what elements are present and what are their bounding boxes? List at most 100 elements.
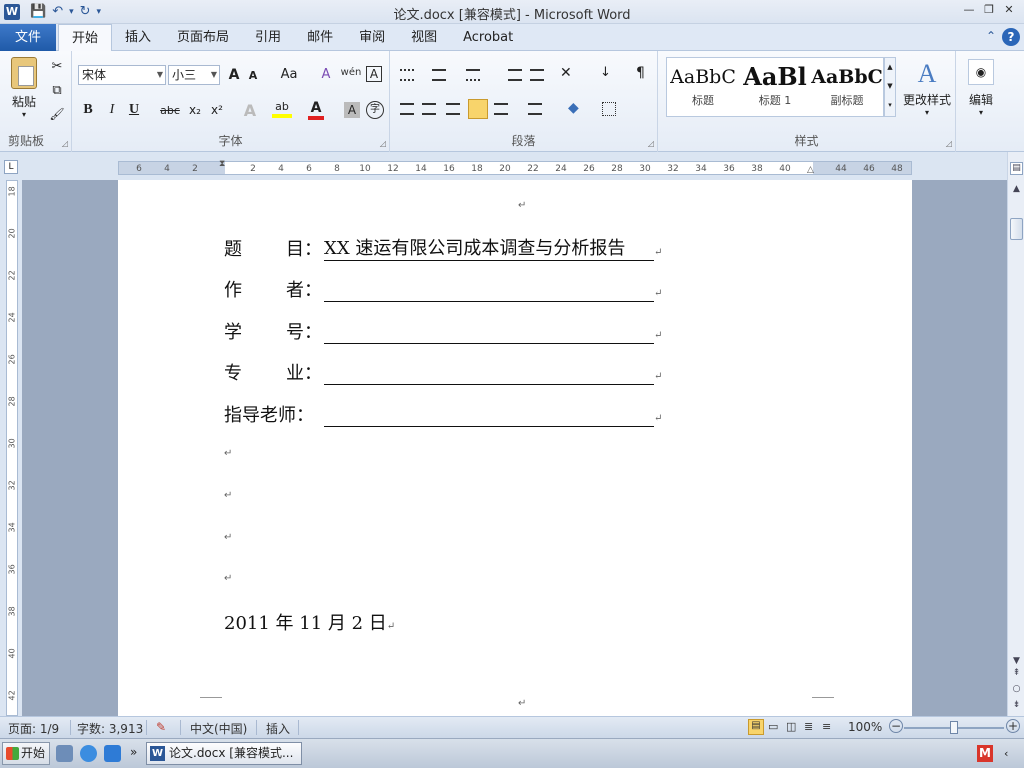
more-quicklaunch-icon[interactable]: » <box>130 745 137 759</box>
tab-5[interactable]: 审阅 <box>346 24 398 51</box>
styles-scroll[interactable]: ▲ ▼ ▾ <box>884 57 896 117</box>
style-title[interactable]: AaBbC 标题 <box>667 58 739 116</box>
paste-button[interactable]: 粘贴 ▾ <box>6 57 42 119</box>
zoom-level[interactable]: 100% <box>848 720 882 734</box>
proofing-icon[interactable]: ✎ <box>156 720 166 734</box>
tab-7[interactable]: Acrobat <box>450 24 526 51</box>
vertical-ruler[interactable]: 18 20 22 24 26 28 30 32 34 36 38 40 42 <box>6 180 18 716</box>
restore-button[interactable]: ❐ <box>980 2 998 18</box>
underline-button[interactable]: U <box>126 102 142 118</box>
insert-mode-indicator[interactable]: 插入 <box>266 720 290 737</box>
tab-6[interactable]: 视图 <box>398 24 450 51</box>
line-spacing-icon[interactable] <box>528 103 542 115</box>
zoom-in-button[interactable]: + <box>1006 719 1020 733</box>
change-case-button[interactable]: Aa <box>278 67 300 82</box>
horizontal-ruler[interactable]: 6 4 2 2 4 6 8 10 12 14 16 18 20 22 24 26 28 30 32 34 36 38 40 4… <box>118 159 912 175</box>
author-value[interactable] <box>324 282 654 302</box>
bullets-icon[interactable] <box>400 69 414 81</box>
field-author[interactable]: 作者： ↵ <box>224 276 662 302</box>
language-indicator[interactable]: 中文(中国) <box>190 720 247 737</box>
draft-view-icon[interactable]: ≡ <box>822 720 831 733</box>
superscript-button[interactable]: x² <box>208 103 226 117</box>
tab-selector[interactable]: L <box>4 160 18 174</box>
justify-icon[interactable] <box>468 99 488 119</box>
italic-button[interactable]: I <box>104 102 120 118</box>
tray-app-icon[interactable]: M <box>977 745 993 762</box>
shading-icon[interactable]: ◆ <box>568 100 579 116</box>
field-major[interactable]: 专业： ↵ <box>224 359 662 385</box>
clipboard-launcher-icon[interactable]: ◿ <box>62 139 68 148</box>
taskbar-word-window[interactable]: W 论文.docx [兼容模式... <box>146 742 302 765</box>
student-id-value[interactable] <box>324 324 654 344</box>
scroll-up-icon[interactable]: ▲ <box>1010 184 1023 194</box>
field-title[interactable]: 题目： XX 速运有限公司成本调查与分析报告 ↵ <box>224 234 662 261</box>
document-page[interactable]: ↵ 题目： XX 速运有限公司成本调查与分析报告 ↵ 作者： ↵ 学号： ↵ 专业： ↵ … <box>118 180 912 716</box>
document-area[interactable]: ↵ 题目： XX 速运有限公司成本调查与分析报告 ↵ 作者： ↵ 学号： ↵ 专业： ↵ … <box>22 180 1007 716</box>
tray-expand-icon[interactable]: ‹ <box>1004 747 1008 760</box>
explorer-icon[interactable] <box>56 745 73 762</box>
align-right-icon[interactable] <box>446 103 460 115</box>
title-value[interactable]: XX 速运有限公司成本调查与分析报告 <box>324 234 654 261</box>
tab-file[interactable]: 文件 <box>0 24 56 51</box>
paragraph-launcher-icon[interactable]: ◿ <box>648 139 654 148</box>
sort-icon[interactable]: ↓ <box>600 65 611 80</box>
indent-marker[interactable]: ⧗ <box>219 159 225 169</box>
bold-button[interactable]: B <box>80 102 96 118</box>
font-size-combo[interactable]: 小三 ▼ <box>168 65 220 85</box>
clear-format-button[interactable]: A <box>318 67 334 82</box>
next-page-icon[interactable]: ⇟ <box>1010 700 1023 710</box>
styles-launcher-icon[interactable]: ◿ <box>946 139 952 148</box>
align-center-icon[interactable] <box>422 103 436 115</box>
align-left-icon[interactable] <box>400 103 414 115</box>
tab-3[interactable]: 引用 <box>242 24 294 51</box>
increase-indent-icon[interactable] <box>530 69 544 81</box>
style-heading-1[interactable]: AaBl 标题 1 <box>739 58 811 116</box>
font-color-button[interactable]: A <box>308 100 324 120</box>
close-button[interactable]: ✕ <box>1000 2 1018 18</box>
char-border-button[interactable]: A <box>366 66 382 82</box>
style-subtitle[interactable]: AaBbC 副标题 <box>811 58 883 116</box>
help-icon[interactable]: ? <box>1002 28 1020 46</box>
zoom-slider-thumb[interactable] <box>950 721 958 734</box>
full-screen-reading-icon[interactable]: ▭ <box>768 720 778 733</box>
highlight-button[interactable]: ab <box>272 100 292 118</box>
word-count[interactable]: 字数: 3,913 <box>77 720 143 737</box>
format-painter-icon[interactable]: 🖌 <box>48 107 66 121</box>
chevron-down-icon[interactable]: ▼ <box>157 66 163 84</box>
right-indent-marker[interactable]: △ <box>807 165 814 175</box>
media-icon[interactable] <box>104 745 121 762</box>
ie-icon[interactable] <box>80 745 97 762</box>
zoom-out-button[interactable]: − <box>889 719 903 733</box>
enclose-char-button[interactable]: 字 <box>366 101 384 119</box>
minimize-button[interactable]: — <box>960 2 978 18</box>
tab-1[interactable]: 插入 <box>112 24 164 51</box>
cut-icon[interactable]: ✂ <box>48 59 66 74</box>
copy-icon[interactable]: ⧉ <box>48 83 66 98</box>
shrink-font-button[interactable]: A <box>246 69 260 82</box>
ruler-toggle-icon[interactable]: ▤ <box>1010 162 1023 175</box>
editing-button[interactable]: ◉ 编辑 ▾ <box>964 59 998 117</box>
subscript-button[interactable]: x₂ <box>186 103 204 117</box>
phonetic-guide-button[interactable]: wén <box>340 67 362 78</box>
show-marks-button[interactable]: ¶ <box>636 65 645 81</box>
char-shading-button[interactable]: A <box>344 102 360 118</box>
document-date[interactable]: 2011 年 11 月 2 日↵ <box>224 609 395 635</box>
field-student-id[interactable]: 学号： ↵ <box>224 318 662 344</box>
tab-2[interactable]: 页面布局 <box>164 24 242 51</box>
advisor-value[interactable] <box>324 407 654 427</box>
browse-object-icon[interactable]: ○ <box>1010 684 1023 694</box>
start-button[interactable]: 开始 <box>2 742 50 765</box>
scroll-down-icon[interactable]: ▼ <box>1010 656 1023 666</box>
text-effects-button[interactable]: A <box>242 101 258 120</box>
prev-page-icon[interactable]: ⇞ <box>1010 668 1023 678</box>
numbering-icon[interactable] <box>432 69 446 81</box>
decrease-indent-icon[interactable] <box>508 69 522 81</box>
borders-icon[interactable] <box>602 102 616 116</box>
strikethrough-button[interactable]: abc <box>158 104 182 117</box>
page-count[interactable]: 页面: 1/9 <box>8 720 59 737</box>
change-styles-button[interactable]: A 更改样式 ▾ <box>900 59 954 117</box>
tab-4[interactable]: 邮件 <box>294 24 346 51</box>
chinese-layout-icon[interactable]: ✕ <box>560 65 572 81</box>
scroll-thumb[interactable] <box>1010 218 1023 240</box>
vertical-scrollbar[interactable]: ▤ ▲ ▼ ⇞ ○ ⇟ <box>1007 152 1024 716</box>
